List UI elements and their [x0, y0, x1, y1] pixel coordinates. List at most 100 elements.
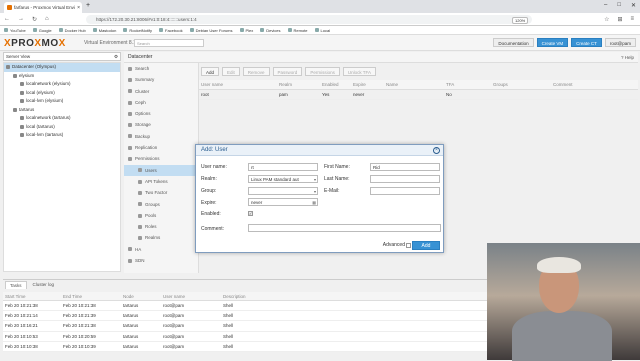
menu-item-api-tokens[interactable]: API Tokens [124, 176, 198, 187]
bookmark-item[interactable]: Devices [260, 28, 281, 33]
column-header[interactable]: Expire [351, 82, 384, 87]
tree-item[interactable]: localnetwork (elysium) [4, 80, 120, 89]
menu-item-replication[interactable]: Replication [124, 142, 198, 153]
menu-item-ceph[interactable]: Ceph [124, 97, 198, 108]
column-header[interactable]: Enabled [320, 82, 351, 87]
search-input[interactable]: Search [134, 39, 204, 47]
bookmark-item[interactable]: YouTube [4, 28, 26, 33]
menu-item-groups[interactable]: Groups [124, 199, 198, 210]
user-menu-button[interactable]: root@pam [604, 38, 636, 47]
menu-item-roles[interactable]: Roles [124, 221, 198, 232]
log-column-header[interactable]: Start Time [3, 294, 63, 299]
menu-item-storage[interactable]: Storage [124, 119, 198, 130]
toolbar-permissions-button[interactable]: Permissions [305, 66, 340, 76]
menu-item-two-factor[interactable]: Two Factor [124, 187, 198, 198]
table-row[interactable]: root pam Yes never No [199, 90, 638, 100]
comment-field[interactable] [248, 224, 441, 232]
help-button[interactable]: ? Help [621, 55, 634, 60]
bookmark-item[interactable]: Mastodon [92, 28, 116, 33]
menu-item-pools[interactable]: Pools [124, 210, 198, 221]
tree-item[interactable]: tartarus [4, 106, 120, 115]
close-tab-icon[interactable]: × [77, 5, 80, 11]
menu-item-options[interactable]: Options [124, 108, 198, 119]
column-header[interactable]: Groups [491, 82, 551, 87]
header-buttons: Documentation Create VM Create CT root@p… [493, 38, 636, 47]
bookmark-item[interactable]: Remote [287, 28, 308, 33]
back-icon[interactable]: ← [4, 16, 10, 23]
tree-item[interactable]: local-lvm (elysium) [4, 97, 120, 106]
log-column-header[interactable]: Node [123, 294, 163, 299]
bookmark-star-icon[interactable]: ☆ [604, 16, 609, 23]
column-header[interactable]: TFA [444, 82, 491, 87]
bookmark-item[interactable]: Plex [239, 28, 253, 33]
tree-item[interactable]: Datacenter (Olympus) [4, 63, 120, 72]
url-input[interactable]: https://172.20.30.21:8006/#v1:0:18:4::::… [86, 15, 532, 24]
log-tab[interactable]: Cluster log [29, 281, 59, 288]
column-header[interactable]: Name [384, 82, 444, 87]
tree-item[interactable]: local-lvm (tartarus) [4, 131, 120, 140]
log-cell: root@pam [163, 343, 185, 349]
group-select[interactable]: ▾ [248, 187, 318, 195]
calendar-icon[interactable]: ▦ [312, 199, 316, 205]
menu-item-ha[interactable]: HA [124, 244, 198, 255]
toolbar-unlock-tfa-button[interactable]: Unlock TFA [342, 66, 377, 76]
toolbar-remove-button[interactable]: Remove [242, 66, 270, 76]
column-header[interactable]: User name [199, 82, 277, 87]
log-tab[interactable]: Tasks [5, 280, 27, 289]
bookmark-item[interactable]: Facebook [159, 28, 183, 33]
toolbar-password-button[interactable]: Password [272, 66, 303, 76]
bookmark-item[interactable]: Local [314, 28, 330, 33]
extensions-icon[interactable]: ⊞ [617, 16, 622, 23]
firstname-field[interactable]: Rid [370, 163, 440, 171]
menu-item-backup[interactable]: Backup [124, 131, 198, 142]
bookmark-item[interactable]: Docker Hub [58, 28, 86, 33]
advanced-checkbox[interactable] [406, 243, 411, 248]
menu-item-users[interactable]: Users [124, 164, 198, 176]
close-window-icon[interactable]: ✕ [631, 2, 636, 9]
menu-item-realms[interactable]: Realms [124, 232, 198, 243]
create-vm-button[interactable]: Create VM [536, 38, 569, 47]
bookmark-item[interactable]: Debian User Forums [189, 28, 233, 33]
browser-tab[interactable]: farfarus - Proxmox Virtual Envir... × [4, 2, 82, 13]
tree-item[interactable]: elysium [4, 72, 120, 81]
toolbar-edit-button[interactable]: Edit [222, 66, 240, 76]
expire-field[interactable]: never ▦ [248, 198, 318, 206]
menu-item-sdn[interactable]: SDN [124, 255, 198, 266]
zoom-level[interactable]: 120% [512, 17, 529, 24]
log-column-header[interactable]: End Time [63, 294, 123, 299]
bookmark-item[interactable]: RocketNotify [123, 28, 152, 33]
documentation-button[interactable]: Documentation [493, 38, 534, 47]
menu-item-cluster[interactable]: Cluster [124, 86, 198, 97]
create-ct-button[interactable]: Create CT [571, 38, 602, 47]
maximize-icon[interactable]: □ [617, 2, 621, 9]
close-icon[interactable]: × [433, 147, 440, 154]
log-column-header[interactable]: User name [163, 294, 223, 299]
minimize-icon[interactable]: – [604, 2, 607, 9]
log-column-header[interactable]: Description [223, 294, 283, 299]
menu-item-permissions[interactable]: Permissions [124, 153, 198, 164]
gear-icon[interactable]: ⚙ [114, 53, 118, 61]
new-tab-icon[interactable]: + [86, 2, 90, 9]
menu-item-summary[interactable]: Summary [124, 74, 198, 85]
menu-item-search[interactable]: Search [124, 63, 198, 74]
reload-icon[interactable]: ↻ [32, 16, 37, 23]
column-header[interactable]: Realm [277, 82, 320, 87]
home-icon[interactable]: ⌂ [45, 16, 49, 23]
realm-select[interactable]: Linux PAM standard aut ▾ [248, 175, 318, 183]
username-field[interactable]: rt [248, 163, 318, 171]
tree-item[interactable]: local (elysium) [4, 89, 120, 98]
enabled-checkbox[interactable]: ✓ [248, 211, 253, 216]
tree-item[interactable]: localnetwork (tartarus) [4, 114, 120, 123]
tree-item[interactable]: local (tartarus) [4, 123, 120, 132]
menu-icon [128, 258, 132, 263]
toolbar-add-button[interactable]: Add [201, 66, 220, 76]
view-selector[interactable]: Server View ⚙ [3, 52, 121, 61]
lastname-field[interactable] [370, 175, 440, 183]
email-field[interactable] [370, 187, 440, 195]
column-header[interactable]: Comment [551, 82, 638, 87]
lastname-label: Last Name: [324, 176, 350, 182]
add-button[interactable]: Add [412, 241, 440, 250]
menu-icon[interactable]: ≡ [630, 16, 634, 23]
forward-icon[interactable]: → [18, 16, 24, 23]
bookmark-item[interactable]: Google [32, 28, 52, 33]
